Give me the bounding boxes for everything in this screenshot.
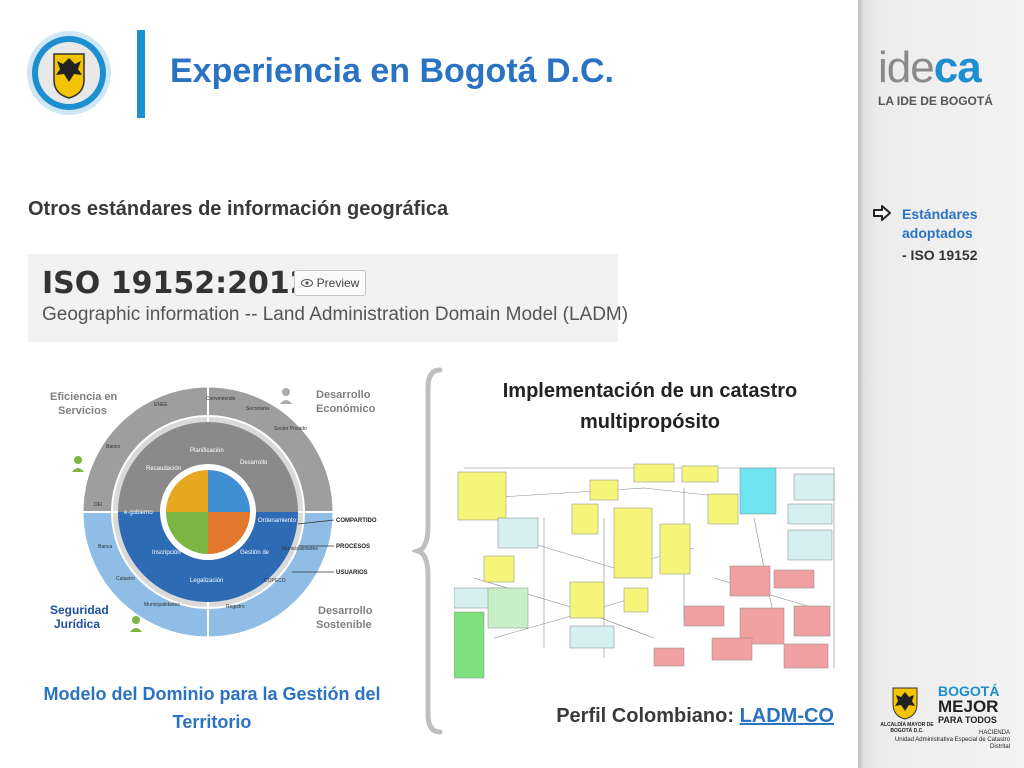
svg-text:ENEE: ENEE	[154, 402, 168, 408]
svg-text:Ordenamiento: Ordenamiento	[258, 518, 297, 524]
svg-text:Banca: Banca	[98, 544, 112, 550]
right-sidebar	[858, 0, 1024, 768]
alcaldia-seal-icon	[892, 687, 918, 720]
svg-text:Servicios: Servicios	[58, 405, 107, 417]
svg-text:Conveniendo: Conveniendo	[206, 396, 236, 402]
preview-label: Preview	[316, 276, 360, 290]
ideca-wordmark: ideca	[878, 46, 1010, 90]
standards-item: - ISO 19152	[902, 247, 978, 263]
mejor-word: MEJOR	[938, 697, 999, 716]
bogota-word: BOGOTÁ	[938, 683, 1000, 699]
ladm-uml-diagram	[454, 458, 842, 684]
para-todos-word: PARA TODOS	[938, 715, 997, 725]
svg-text:Catastro: Catastro	[116, 576, 135, 582]
standards-label: Estándares adoptados	[902, 206, 978, 241]
implementation-title: Implementación de un catastro multipropó…	[502, 380, 798, 433]
bogota-seal-icon	[27, 31, 111, 115]
svg-text:Seguridad: Seguridad	[50, 603, 109, 617]
ladm-co-link[interactable]: LADM-CO	[740, 705, 834, 727]
wheel-caption: Modelo del Dominio para la Gestión del T…	[43, 684, 381, 732]
ideca-logo: ideca LA IDE DE BOGOTÁ	[878, 46, 1010, 109]
profile-prefix: Perfil Colombiano:	[556, 705, 734, 727]
svg-text:Sector Privado: Sector Privado	[274, 426, 307, 432]
svg-text:Municipalidades: Municipalidades	[144, 602, 180, 608]
svg-text:Gestión de: Gestión de	[240, 550, 270, 556]
svg-text:Desarrollo: Desarrollo	[316, 389, 371, 401]
arrow-right-icon	[873, 205, 891, 221]
svg-text:Registro: Registro	[226, 604, 245, 610]
svg-text:Municipalidades: Municipalidades	[282, 546, 318, 552]
svg-text:Jurídica: Jurídica	[54, 617, 100, 631]
slide-main: Experiencia en Bogotá D.C. Otros estánda…	[0, 0, 858, 768]
svg-text:PROCESOS: PROCESOS	[336, 544, 370, 550]
section-subtitle: Otros estándares de información geográfi…	[28, 198, 449, 220]
ideca-tagline: LA IDE DE BOGOTÁ	[878, 94, 993, 108]
svg-text:e-gobierno: e-gobierno	[124, 510, 153, 516]
ideca-word-ca: ca	[933, 43, 982, 92]
bogota-mejor-wordmark: BOGOTÁ MEJOR PARA TODOS	[938, 684, 999, 725]
svg-text:Eficiencia en: Eficiencia en	[50, 391, 118, 403]
ideca-word-ide: ide	[878, 43, 935, 92]
svg-text:Desarrollo: Desarrollo	[318, 605, 373, 617]
svg-text:Legalización: Legalización	[190, 578, 223, 584]
bogota-mejor-logo: ALCALDÍA MAYOR DE BOGOTÁ D.C. BOGOTÁ MEJ…	[880, 682, 1010, 752]
svg-text:USUARIOS: USUARIOS	[336, 570, 368, 576]
svg-text:Inscripción: Inscripción	[152, 550, 181, 556]
svg-text:DEI: DEI	[94, 502, 102, 508]
domain-model-wheel: Eficiencia en Servicios Desarrollo Econó…	[50, 384, 377, 640]
iso-description: Geographic information -- Land Administr…	[42, 304, 629, 325]
eye-icon	[300, 279, 313, 287]
svg-text:Desarrollo: Desarrollo	[240, 460, 268, 466]
svg-text:Banco: Banco	[106, 444, 120, 450]
unidad-label: Unidad Administrativa Especial de Catast…	[894, 737, 1010, 750]
hacienda-block: HACIENDA Unidad Administrativa Especial …	[880, 730, 1010, 751]
svg-text:Económico: Económico	[316, 403, 376, 415]
svg-text:Sostenible: Sostenible	[316, 619, 372, 631]
page-title: Experiencia en Bogotá D.C.	[170, 52, 614, 90]
title-accent-bar	[137, 30, 145, 118]
svg-text:Planificación: Planificación	[190, 448, 224, 454]
hacienda-label: HACIENDA	[978, 730, 1010, 736]
svg-text:COPECO: COPECO	[264, 578, 286, 584]
preview-button[interactable]: Preview	[294, 270, 366, 296]
curly-brace-icon	[412, 367, 443, 735]
svg-text:Secretaría: Secretaría	[246, 406, 269, 412]
svg-text:COMPARTIDO: COMPARTIDO	[336, 518, 377, 524]
svg-text:Recaudación: Recaudación	[146, 466, 181, 472]
profile-line: Perfil Colombiano: LADM-CO	[470, 705, 834, 728]
iso-code: ISO 19152:2012	[42, 266, 311, 301]
iso-standard-banner: ISO 19152:2012 Preview Geographic inform…	[28, 254, 628, 342]
